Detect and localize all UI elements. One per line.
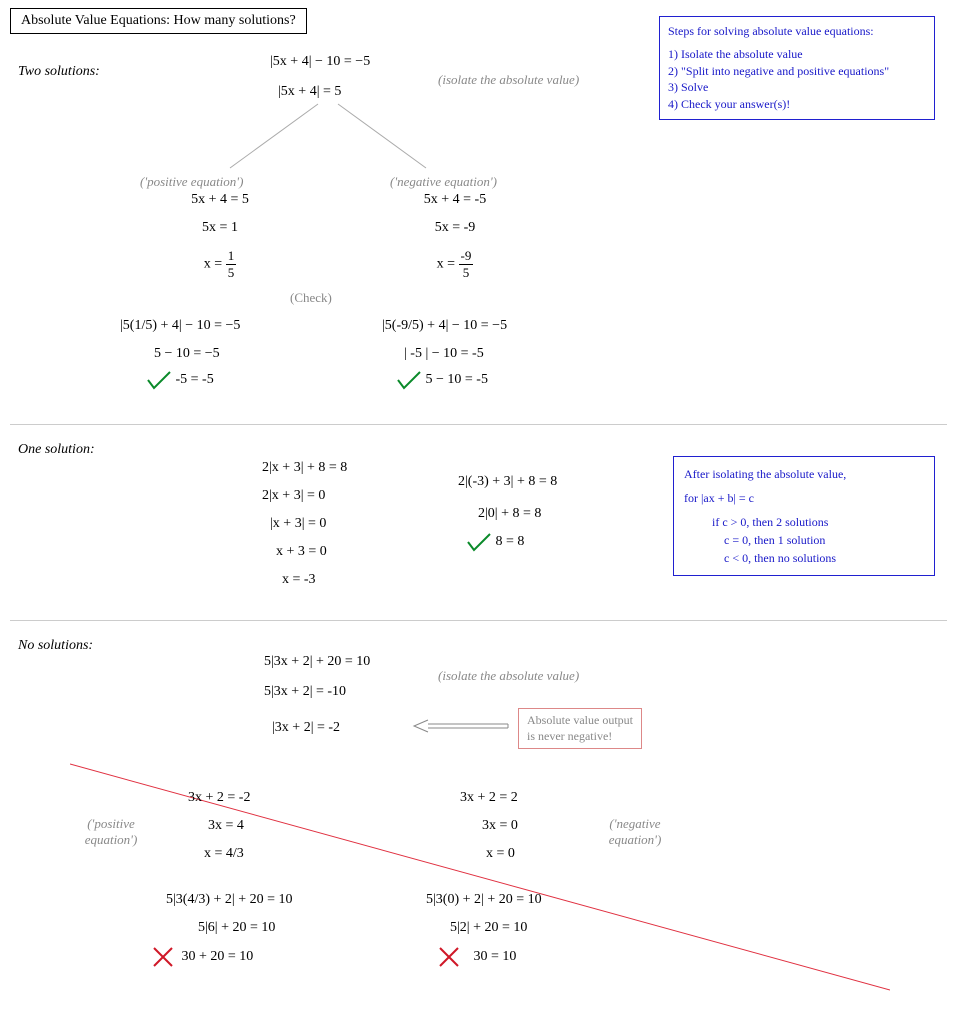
rules-l1: After isolating the absolute value, — [684, 465, 924, 483]
arrow-icon — [412, 716, 512, 740]
callout-l2: is never negative! — [527, 729, 633, 745]
sec3-pos2: 3x = 4 — [208, 818, 244, 834]
sec1-eq1: |5x + 4| − 10 = −5 — [270, 54, 370, 70]
sec3-neg2: 3x = 0 — [482, 818, 518, 834]
sec1-chk-pos3: -5 = -5 — [176, 372, 214, 387]
sec1-pos-label: ('positive equation') — [140, 174, 243, 190]
sec1-neg2: 5x = -9 — [390, 220, 520, 236]
sec1-eq2: |5x + 4| = 5 — [278, 84, 341, 100]
divider-2 — [10, 620, 947, 621]
check-icon — [396, 370, 422, 390]
rules-l2: for |ax + b| = c — [684, 489, 924, 507]
sec2-chk3-row: 8 = 8 — [466, 532, 524, 552]
sec1-pos3: x = 15 — [160, 248, 280, 281]
sec3-neg3: x = 0 — [486, 846, 515, 862]
sec3-eq2: 5|3x + 2| = -10 — [264, 684, 346, 700]
sec3-chk-pos1: 5|3(4/3) + 2| + 20 = 10 — [166, 892, 293, 908]
rules-l4: c = 0, then 1 solution — [684, 531, 924, 549]
sec2-eq1: 2|x + 3| + 8 = 8 — [262, 460, 347, 476]
sec3-pos3: x = 4/3 — [204, 846, 244, 862]
sec1-pos1: 5x + 4 = 5 — [160, 192, 280, 208]
sec1-pos3-pre: x = — [204, 257, 226, 272]
sec2-eq2: 2|x + 3| = 0 — [262, 488, 325, 504]
step-4: 4) Check your answer(s)! — [668, 96, 926, 113]
sec2-chk3: 8 = 8 — [496, 534, 525, 549]
sec3-chk-pos3-row: 30 + 20 = 10 — [152, 946, 253, 968]
sec1-hint: (isolate the absolute value) — [438, 72, 579, 88]
steps-heading: Steps for solving absolute value equatio… — [668, 23, 926, 40]
sec1-chk-pos3-row: -5 = -5 — [146, 370, 214, 390]
sec2-eq4: x + 3 = 0 — [276, 544, 327, 560]
cross-icon — [438, 946, 460, 968]
sec3-eq1: 5|3x + 2| + 20 = 10 — [264, 654, 370, 670]
sec3-chk-pos2: 5|6| + 20 = 10 — [198, 920, 275, 936]
sec1-chk-neg3: 5 − 10 = -5 — [426, 372, 488, 387]
sec3-neg1: 3x + 2 = 2 — [460, 790, 518, 806]
sec1-neg-label: ('negative equation') — [390, 174, 497, 190]
check-icon — [466, 532, 492, 552]
sec2-eq5: x = -3 — [282, 572, 316, 588]
sec1-chk-pos1: |5(1/5) + 4| − 10 = −5 — [120, 318, 240, 334]
steps-box: Steps for solving absolute value equatio… — [659, 16, 935, 120]
sec3-chk-neg3: 30 = 10 — [474, 949, 517, 964]
no-solutions-label: No solutions: — [18, 638, 93, 654]
sec2-chk2: 2|0| + 8 = 8 — [478, 506, 541, 522]
divider-1 — [10, 424, 947, 425]
sec3-pos1: 3x + 2 = -2 — [188, 790, 250, 806]
sec2-eq3: |x + 3| = 0 — [270, 516, 326, 532]
sec3-chk-neg1: 5|3(0) + 2| + 20 = 10 — [426, 892, 542, 908]
cross-icon — [152, 946, 174, 968]
callout-l1: Absolute value output — [527, 713, 633, 729]
step-2: 2) "Split into negative and positive equ… — [668, 63, 926, 80]
sec1-check-label: (Check) — [290, 290, 332, 306]
callout-box: Absolute value output is never negative! — [518, 708, 642, 749]
sec1-chk-pos2: 5 − 10 = −5 — [154, 346, 220, 362]
rules-box: After isolating the absolute value, for … — [673, 456, 935, 576]
page-title: Absolute Value Equations: How many solut… — [21, 13, 296, 28]
sec3-chk-pos3: 30 + 20 = 10 — [182, 949, 254, 964]
sec3-eq3: |3x + 2| = -2 — [272, 720, 340, 736]
sec3-chk-neg2: 5|2| + 20 = 10 — [450, 920, 527, 936]
branch-lines — [190, 102, 470, 174]
rules-l3: if c > 0, then 2 solutions — [684, 513, 924, 531]
page-title-box: Absolute Value Equations: How many solut… — [10, 8, 307, 34]
sec1-chk-neg2: | -5 | − 10 = -5 — [404, 346, 484, 362]
step-3: 3) Solve — [668, 79, 926, 96]
sec3-pos-label: ('positive equation') — [76, 816, 146, 848]
sec1-neg3: x = -95 — [390, 248, 520, 281]
sec1-neg3-pre: x = — [437, 257, 459, 272]
step-1: 1) Isolate the absolute value — [668, 46, 926, 63]
sec2-chk1: 2|(-3) + 3| + 8 = 8 — [458, 474, 557, 490]
sec1-chk-neg1: |5(-9/5) + 4| − 10 = −5 — [382, 318, 507, 334]
sec3-chk-neg3-row: 30 = 10 — [438, 946, 516, 968]
one-solution-label: One solution: — [18, 442, 95, 458]
rules-l5: c < 0, then no solutions — [684, 549, 924, 567]
sec1-chk-neg3-row: 5 − 10 = -5 — [396, 370, 488, 390]
check-icon — [146, 370, 172, 390]
sec3-hint: (isolate the absolute value) — [438, 668, 579, 684]
sec1-neg1: 5x + 4 = -5 — [390, 192, 520, 208]
sec3-neg-label: ('negative equation') — [600, 816, 670, 848]
two-solutions-label: Two solutions: — [18, 64, 100, 80]
sec1-pos2: 5x = 1 — [160, 220, 280, 236]
